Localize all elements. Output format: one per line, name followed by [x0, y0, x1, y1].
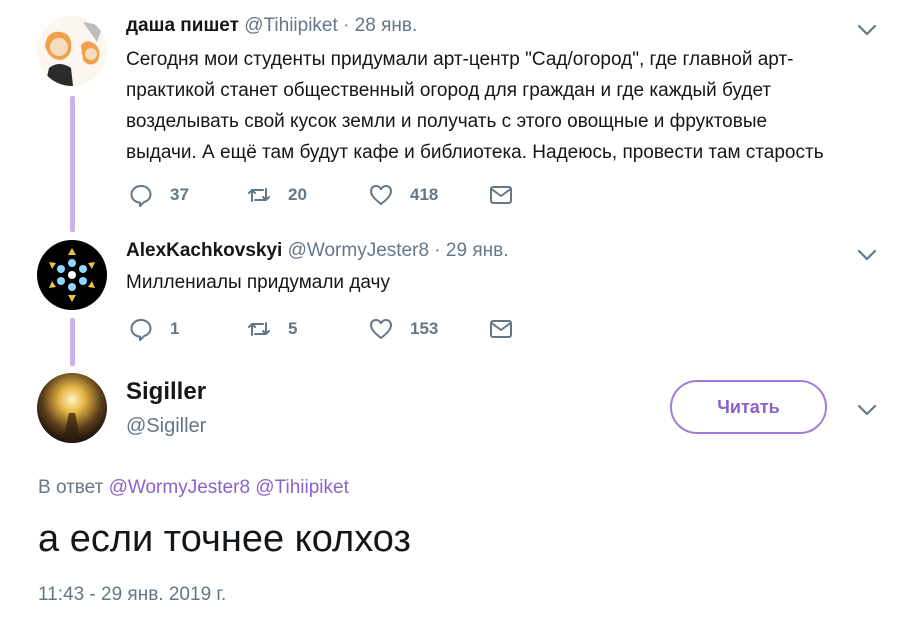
chevron-down-icon[interactable] [856, 399, 878, 421]
envelope-icon [488, 316, 514, 342]
reply-bubble-icon [128, 182, 154, 208]
retweet-count: 20 [288, 185, 307, 204]
tweet-date[interactable]: 29 янв. [446, 240, 509, 261]
separator: · [343, 15, 350, 36]
author-handle[interactable]: @WormyJester8 [288, 240, 429, 261]
tweet-text-line: практикой станет общественный огород для… [126, 80, 772, 101]
tweet-date[interactable]: 28 янв. [355, 15, 418, 36]
avatar[interactable] [37, 16, 107, 86]
like-button[interactable]: 418 [368, 182, 438, 208]
separator: · [434, 240, 441, 261]
chevron-down-icon[interactable] [856, 244, 878, 266]
avatar[interactable] [37, 373, 107, 443]
avatar[interactable] [37, 240, 107, 310]
like-count: 153 [410, 319, 439, 338]
dm-button[interactable] [488, 316, 514, 342]
reply-count: 37 [170, 185, 189, 204]
tweet-text-line: возделывать свой кусок земли и получать … [126, 111, 768, 132]
author-name[interactable]: даша пишет [126, 15, 239, 36]
reply-prefix: В ответ [38, 477, 104, 498]
author-handle[interactable]: @Tihiipiket [244, 15, 338, 36]
dm-button[interactable] [488, 182, 514, 208]
retweet-icon [246, 182, 272, 208]
tweet-text-line: выдачи. А ещё там будут кафе и библиотек… [126, 142, 824, 163]
timestamp[interactable]: 11:43 - 29 янв. 2019 г. [38, 584, 226, 606]
tweet-header: AlexKachkovskyi @WormyJester8 · 29 янв. [126, 240, 508, 262]
reply-bubble-icon [128, 316, 154, 342]
tweet-actions: 37 20 418 [126, 182, 526, 210]
follow-button[interactable]: Читать [670, 380, 827, 434]
envelope-icon [488, 182, 514, 208]
retweet-count: 5 [288, 319, 298, 338]
tweet-header: даша пишет @Tihiipiket · 28 янв. [126, 15, 417, 37]
tweet-text-line: Миллениалы придумали дачу [126, 272, 390, 293]
retweet-icon [246, 316, 272, 342]
heart-icon [368, 316, 394, 342]
tweet-text: Сегодня мои студенты придумали арт-центр… [126, 44, 896, 168]
tweet-text: а если точнее колхоз [38, 518, 411, 560]
author-handle[interactable]: @Sigiller [126, 415, 206, 438]
like-button[interactable]: 153 [368, 316, 438, 342]
like-count: 418 [410, 185, 439, 204]
tweet-actions: 1 5 153 [126, 316, 526, 344]
thread-line [70, 96, 75, 232]
retweet-button[interactable]: 5 [246, 316, 297, 342]
author-name[interactable]: AlexKachkovskyi [126, 240, 282, 261]
tweet-text: Миллениалы придумали дачу [126, 267, 896, 298]
heart-icon [368, 182, 394, 208]
reply-button[interactable]: 1 [128, 316, 179, 342]
mention-link[interactable]: @WormyJester8 [109, 477, 250, 498]
reply-count: 1 [170, 319, 180, 338]
reply-context: В ответ @WormyJester8 @Tihiipiket [38, 477, 349, 499]
retweet-button[interactable]: 20 [246, 182, 307, 208]
tweet-text-line: Сегодня мои студенты придумали арт-центр… [126, 49, 794, 70]
author-name[interactable]: Sigiller [126, 378, 206, 406]
chevron-down-icon[interactable] [856, 19, 878, 41]
mention-link[interactable]: @Tihiipiket [255, 477, 349, 498]
reply-button[interactable]: 37 [128, 182, 189, 208]
thread-line [70, 318, 75, 366]
